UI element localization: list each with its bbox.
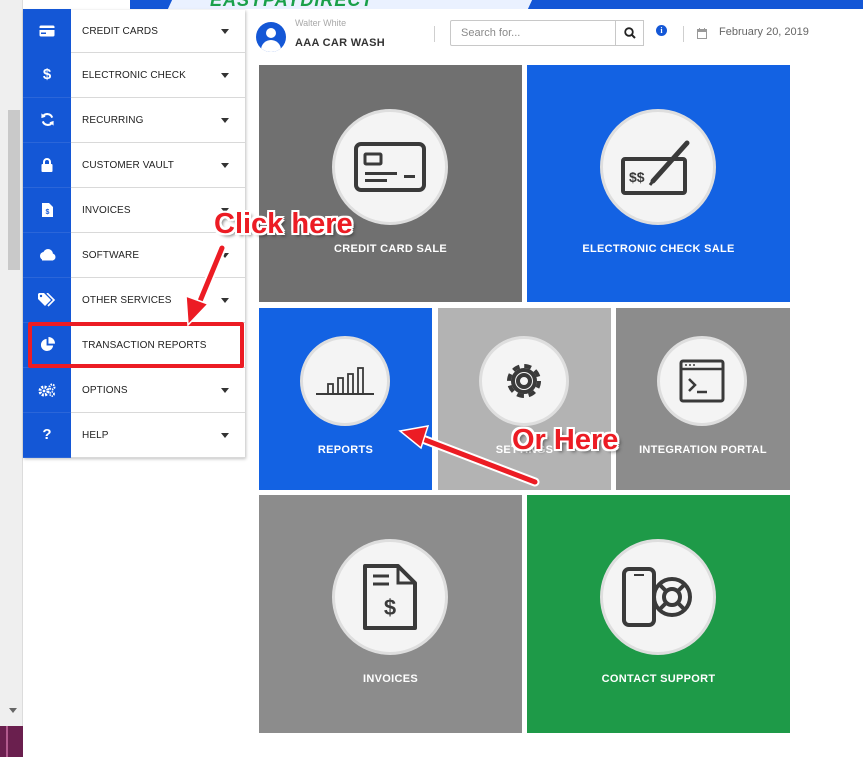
sidebar-item-software[interactable]: SOFTWARE — [23, 232, 245, 278]
sidebar-item-label: INVOICES — [82, 204, 131, 216]
sidebar: CREDIT CARDS $ ELECTRONIC CHECK RECURRIN… — [23, 8, 245, 458]
sidebar-item-label: TRANSACTION REPORTS — [82, 339, 207, 351]
lock-icon — [23, 142, 71, 188]
info-icon[interactable]: i — [656, 25, 667, 36]
cloud-icon — [23, 232, 71, 278]
bar-chart-icon — [300, 336, 390, 426]
divider — [434, 26, 435, 42]
user-name: Walter White — [295, 18, 347, 28]
top-banner: EASYPAYDIRECT — [130, 0, 863, 10]
chevron-down-icon[interactable] — [221, 72, 229, 78]
cogs-icon — [23, 367, 71, 413]
pie-chart-icon — [23, 322, 71, 368]
sidebar-item-customer-vault[interactable]: CUSTOMER VAULT — [23, 142, 245, 188]
chevron-down-icon[interactable] — [221, 432, 229, 438]
tile-settings[interactable]: SETTINGS — [438, 308, 611, 490]
sidebar-item-credit-cards[interactable]: CREDIT CARDS — [23, 8, 245, 54]
check-pen-icon: $$ — [600, 109, 716, 225]
scrollbar-thumb[interactable] — [8, 110, 20, 270]
tile-invoices[interactable]: $ INVOICES — [259, 495, 522, 733]
sidebar-item-other-services[interactable]: OTHER SERVICES — [23, 277, 245, 323]
tile-label: INVOICES — [363, 673, 418, 685]
sidebar-item-label: HELP — [82, 429, 109, 441]
tile-contact-support[interactable]: CONTACT SUPPORT — [527, 495, 790, 733]
chevron-down-icon[interactable] — [221, 387, 229, 393]
tile-electronic-check-sale[interactable]: $$ ELECTRONIC CHECK SALE — [527, 65, 790, 302]
sidebar-item-label: OTHER SERVICES — [82, 294, 172, 306]
sidebar-item-label: RECURRING — [82, 114, 144, 126]
current-date: February 20, 2019 — [719, 26, 809, 38]
tile-label: ELECTRONIC CHECK SALE — [582, 243, 735, 255]
chevron-down-icon[interactable] — [221, 252, 229, 258]
invoice-file-icon: $ — [332, 539, 448, 655]
sidebar-item-label: ELECTRONIC CHECK — [82, 69, 186, 81]
question-icon: ? — [23, 412, 71, 458]
refresh-icon — [23, 97, 71, 143]
scroll-down-icon[interactable] — [9, 708, 17, 713]
sidebar-item-recurring[interactable]: RECURRING — [23, 97, 245, 143]
annotation-click-here: Click here — [214, 208, 353, 240]
search-icon — [623, 27, 636, 39]
phone-lifebuoy-icon — [600, 539, 716, 655]
tile-label: INTEGRATION PORTAL — [639, 444, 767, 456]
tile-label: REPORTS — [317, 444, 374, 456]
chevron-down-icon[interactable] — [221, 297, 229, 303]
svg-text:$: $ — [45, 209, 49, 216]
dollar-icon: $ — [23, 52, 71, 98]
sidebar-item-label: CREDIT CARDS — [82, 25, 159, 37]
avatar[interactable] — [256, 22, 286, 52]
taskbar-app-icon[interactable] — [0, 726, 23, 757]
header: Walter White AAA CAR WASH i February 20,… — [256, 14, 856, 54]
tile-reports[interactable]: REPORTS — [259, 308, 432, 490]
credit-card-icon — [23, 8, 71, 54]
calendar-icon — [697, 26, 707, 44]
annotation-or-here: Or Here — [512, 424, 619, 456]
chevron-down-icon[interactable] — [221, 28, 229, 34]
sidebar-item-electronic-check[interactable]: $ ELECTRONIC CHECK — [23, 52, 245, 98]
svg-text:$$: $$ — [629, 169, 645, 185]
tile-label: CREDIT CARD SALE — [334, 243, 447, 255]
tags-icon — [23, 277, 71, 323]
sidebar-item-options[interactable]: OPTIONS — [23, 367, 245, 413]
sidebar-item-invoices[interactable]: $ INVOICES — [23, 187, 245, 233]
sidebar-item-transaction-reports[interactable]: TRANSACTION REPORTS — [23, 322, 245, 368]
search-input[interactable] — [450, 20, 616, 46]
terminal-window-icon — [657, 336, 747, 426]
sidebar-item-help[interactable]: ? HELP — [23, 412, 245, 458]
tile-credit-card-sale[interactable]: CREDIT CARD SALE — [259, 65, 522, 302]
invoice-file-icon: $ — [23, 187, 71, 233]
tile-integration-portal[interactable]: INTEGRATION PORTAL — [616, 308, 790, 490]
business-name: AAA CAR WASH — [295, 37, 385, 49]
divider — [683, 26, 684, 42]
sidebar-item-label: SOFTWARE — [82, 249, 140, 261]
left-scrollbar[interactable] — [0, 0, 23, 757]
tile-label: CONTACT SUPPORT — [601, 673, 716, 685]
search-button[interactable] — [615, 20, 644, 46]
sidebar-item-label: CUSTOMER VAULT — [82, 159, 174, 171]
sidebar-item-label: OPTIONS — [82, 384, 128, 396]
gear-icon — [479, 336, 569, 426]
chevron-down-icon[interactable] — [221, 162, 229, 168]
svg-text:$: $ — [384, 595, 396, 620]
chevron-down-icon[interactable] — [221, 117, 229, 123]
